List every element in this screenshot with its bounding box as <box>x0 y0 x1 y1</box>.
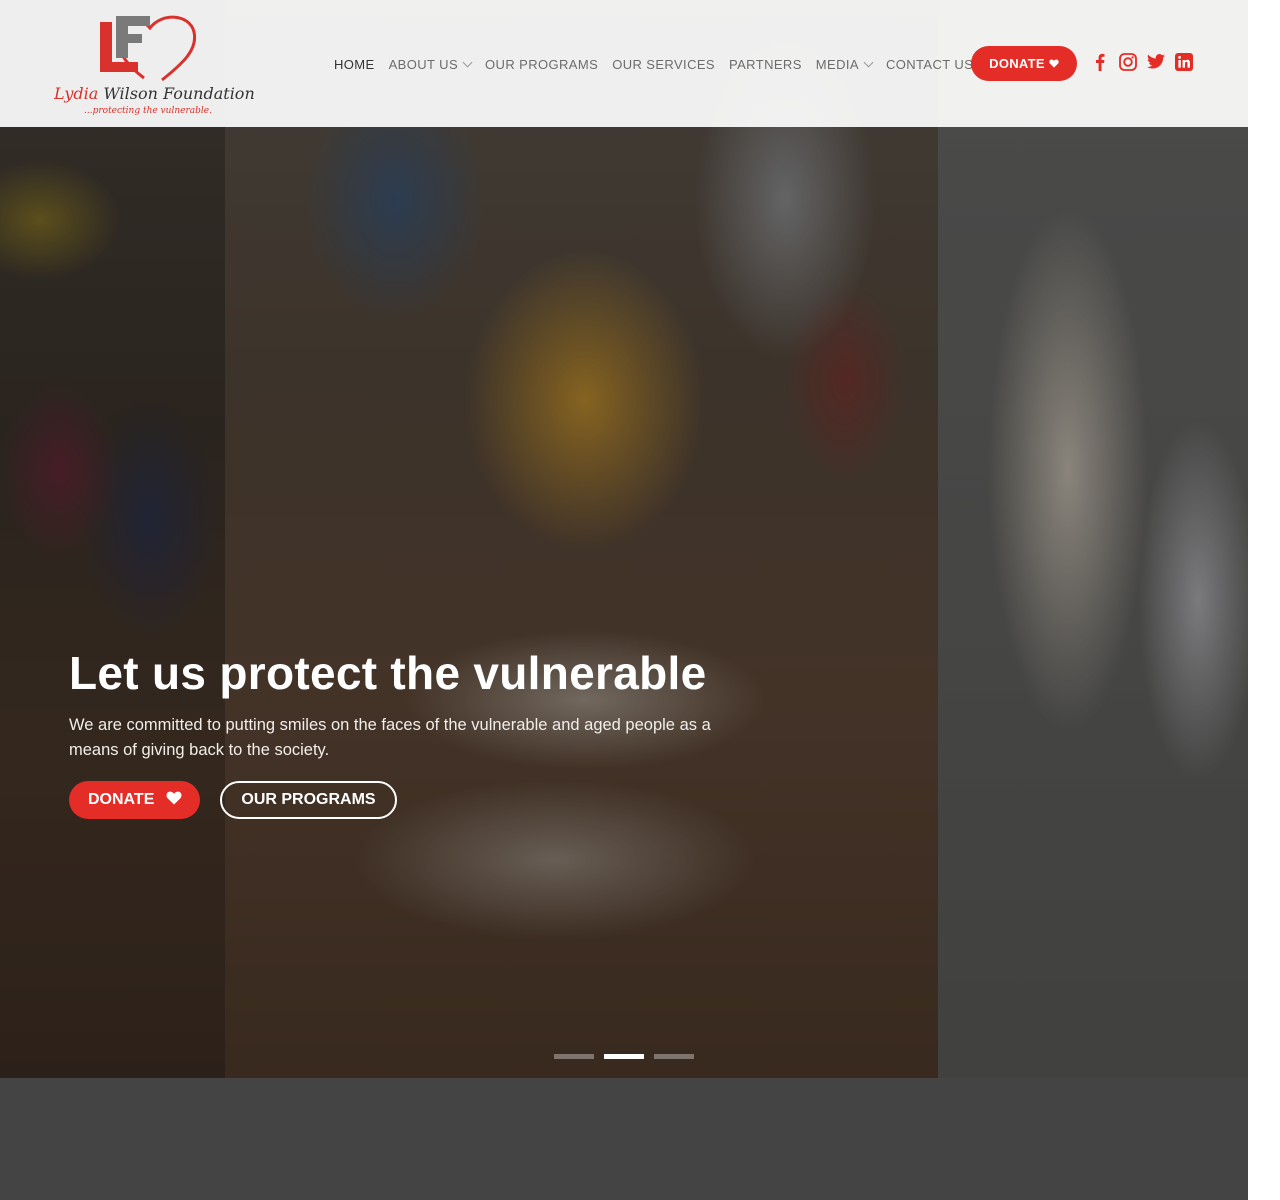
nav-item-label: ABOUT US <box>388 56 459 72</box>
nav-item-partners[interactable]: PARTNERS <box>729 57 802 72</box>
hero-programs-label: OUR PROGRAMS <box>241 791 376 808</box>
heart-icon <box>1049 56 1059 71</box>
logo-name-rest: Wilson Foundation <box>103 84 255 103</box>
hero-buttons: DONATE OUR PROGRAMS <box>69 781 769 819</box>
hero-programs-button[interactable]: OUR PROGRAMS <box>220 781 397 819</box>
site-header: Lydia Wilson Foundation ...protecting th… <box>0 0 1248 127</box>
linkedin-icon[interactable] <box>1174 52 1193 71</box>
chevron-down-icon <box>863 57 874 67</box>
slider-dot-2[interactable] <box>604 1054 644 1059</box>
hero-donate-label: DONATE <box>88 791 155 808</box>
hero-subtitle: We are committed to putting smiles on th… <box>69 716 711 759</box>
nav-item-our-services[interactable]: OUR SERVICES <box>612 57 715 72</box>
nav-item-label: OUR PROGRAMS <box>485 56 599 72</box>
hero-overlay <box>0 0 1248 1078</box>
slider-dots <box>554 1054 694 1059</box>
logo-name-first: Lydia <box>54 84 99 103</box>
nav-item-media[interactable]: MEDIA <box>815 56 874 72</box>
header-donate-label: DONATE <box>989 56 1045 71</box>
nav-item-contact-us[interactable]: CONTACT US <box>886 57 973 72</box>
hero-slider[interactable]: Let us protect the vulnerable We are com… <box>0 0 1248 1078</box>
twitter-icon[interactable] <box>1146 52 1165 71</box>
nav-item-label: CONTACT US <box>885 56 974 72</box>
nav-item-label: MEDIA <box>815 56 859 72</box>
section-below-hero <box>0 1078 1248 1200</box>
logo-name: Lydia Wilson Foundation <box>54 84 255 103</box>
nav-item-label: HOME <box>334 56 375 72</box>
logo[interactable]: Lydia Wilson Foundation ...protecting th… <box>54 8 255 120</box>
logo-tagline: ...protecting the vulnerable. <box>84 106 212 116</box>
nav-item-home[interactable]: HOME <box>334 57 375 72</box>
nav-item-about-us[interactable]: ABOUT US <box>388 56 473 72</box>
hero-donate-button[interactable]: DONATE <box>69 781 201 819</box>
header-donate-button[interactable]: DONATE <box>971 46 1077 81</box>
slider-dot-3[interactable] <box>654 1054 694 1059</box>
social-links <box>1090 52 1193 71</box>
nav-item-label: OUR SERVICES <box>612 56 715 72</box>
main-nav: HOME ABOUT US OUR PROGRAMS OUR SERVICES … <box>334 54 987 74</box>
facebook-icon[interactable] <box>1090 52 1109 71</box>
nav-item-our-programs[interactable]: OUR PROGRAMS <box>485 57 598 72</box>
chevron-down-icon <box>462 57 473 67</box>
instagram-icon[interactable] <box>1118 52 1137 71</box>
logo-mark-icon <box>100 15 197 82</box>
slider-dot-1[interactable] <box>554 1054 594 1059</box>
nav-item-label: PARTNERS <box>729 56 802 72</box>
heart-icon <box>166 791 182 810</box>
hero-content: Let us protect the vulnerable We are com… <box>69 645 769 819</box>
hero-title: Let us protect the vulnerable <box>69 647 707 699</box>
